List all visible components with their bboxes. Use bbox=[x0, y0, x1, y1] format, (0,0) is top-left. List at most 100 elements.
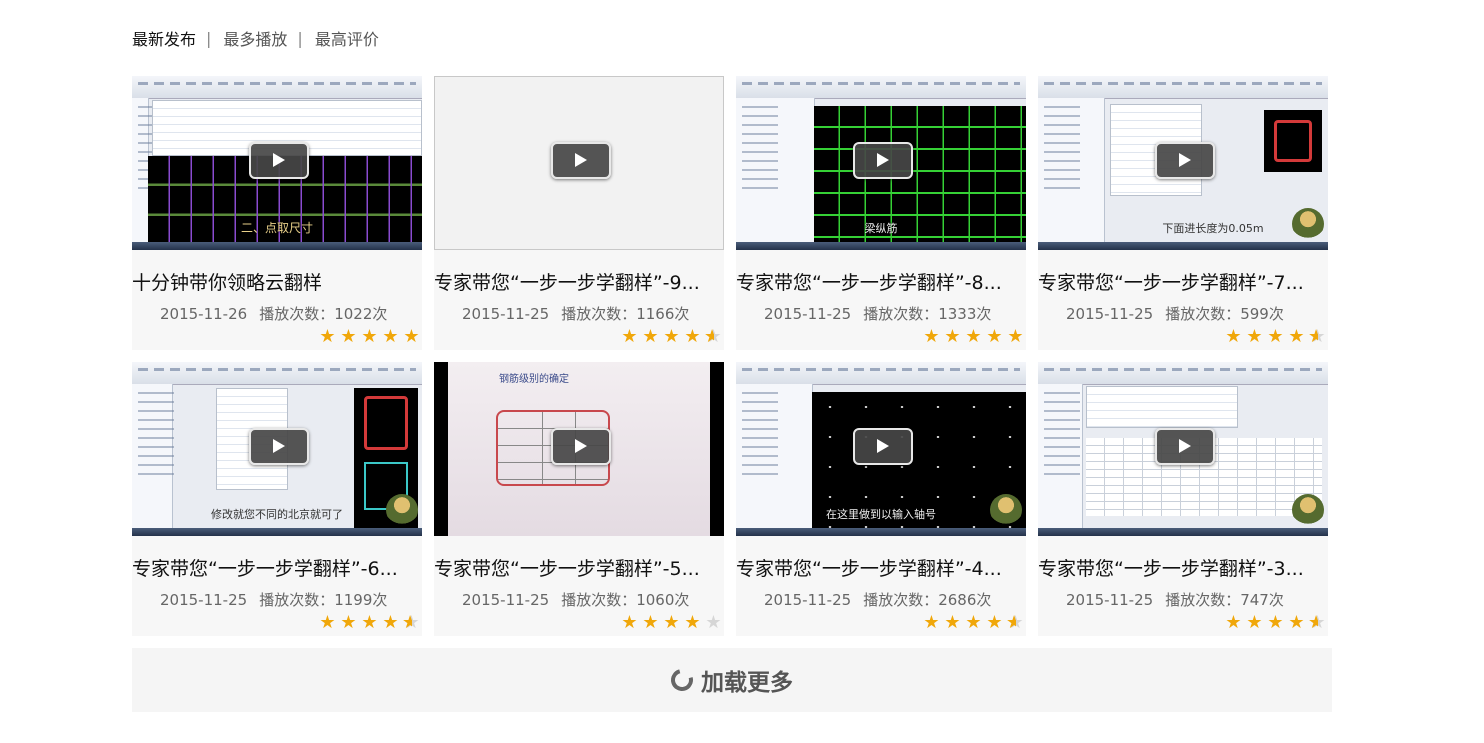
tab-separator: | bbox=[206, 28, 212, 48]
video-card[interactable]: 专家带您“一步一步学翻样”-3... 2015-11-25 播放次数：747次 ★… bbox=[1038, 362, 1328, 636]
video-thumbnail[interactable]: 在这里做到以输入轴号 bbox=[736, 362, 1026, 536]
star-icon: ★ bbox=[703, 328, 724, 347]
star-icon: ★ bbox=[684, 326, 701, 347]
video-title[interactable]: 专家带您“一步一步学翻样”-9... bbox=[434, 268, 724, 295]
star-icon: ★ bbox=[1267, 326, 1284, 347]
star-icon: ★ bbox=[663, 326, 680, 347]
star-icon: ★ bbox=[684, 612, 701, 633]
video-meta: 2015-11-25 播放次数：1060次 bbox=[462, 589, 689, 610]
rating-stars: ★ ★ ★ ★ ★ bbox=[921, 612, 1026, 633]
rating-stars: ★ ★ ★ ★ ★ bbox=[1223, 612, 1328, 633]
play-icon[interactable] bbox=[1155, 142, 1215, 179]
video-card[interactable]: 专家带您“一步一步学翻样”-9... 2015-11-25 播放次数：1166次 … bbox=[434, 76, 724, 350]
play-icon[interactable] bbox=[1155, 428, 1215, 465]
video-thumbnail[interactable]: 梁纵筋 bbox=[736, 76, 1026, 250]
video-title[interactable]: 专家带您“一步一步学翻样”-8... bbox=[736, 268, 1026, 295]
sort-tabs: 最新发布 | 最多播放 | 最高评价 bbox=[132, 26, 379, 50]
thumbnail-caption: 在这里做到以输入轴号 bbox=[826, 508, 936, 521]
video-date: 2015-11-25 bbox=[764, 591, 852, 609]
play-count: 播放次数：1022次 bbox=[259, 305, 388, 323]
video-card[interactable]: 下面进长度为0.05m 专家带您“一步一步学翻样”-7... 2015-11-2… bbox=[1038, 76, 1328, 350]
video-thumbnail[interactable]: 修改就您不同的北京就可了 bbox=[132, 362, 422, 536]
video-card[interactable]: 钢筋级别的确定 专家带您“一步一步学翻样”-5... 2015-11-25 播放次… bbox=[434, 362, 724, 636]
star-icon: ★ bbox=[1307, 328, 1328, 347]
video-meta: 2015-11-25 播放次数：747次 bbox=[1066, 589, 1284, 610]
star-icon: ★ bbox=[361, 326, 378, 347]
play-count: 播放次数：2686次 bbox=[863, 591, 992, 609]
star-icon: ★ bbox=[319, 612, 336, 633]
video-date: 2015-11-25 bbox=[1066, 591, 1154, 609]
star-icon: ★ bbox=[403, 326, 420, 347]
video-title[interactable]: 专家带您“一步一步学翻样”-7... bbox=[1038, 268, 1328, 295]
video-card[interactable]: 梁纵筋 专家带您“一步一步学翻样”-8... 2015-11-25 播放次数：13… bbox=[736, 76, 1026, 350]
load-more-button[interactable]: 加载更多 bbox=[132, 648, 1332, 712]
video-thumbnail[interactable]: 二、点取尺寸 bbox=[132, 76, 422, 250]
star-icon: ★ bbox=[382, 612, 399, 633]
thumbnail-caption: 二、点取尺寸 bbox=[240, 221, 313, 235]
video-thumbnail[interactable]: 下面进长度为0.05m bbox=[1038, 76, 1328, 250]
video-title[interactable]: 十分钟带你领略云翻样 bbox=[132, 268, 422, 295]
video-title[interactable]: 专家带您“一步一步学翻样”-4... bbox=[736, 554, 1026, 581]
star-icon: ★ bbox=[1225, 612, 1242, 633]
star-icon: ★ bbox=[944, 326, 961, 347]
play-icon[interactable] bbox=[551, 428, 611, 465]
star-icon: ★ bbox=[382, 326, 399, 347]
play-count: 播放次数：747次 bbox=[1165, 591, 1284, 609]
star-icon: ★ bbox=[944, 612, 961, 633]
star-icon: ★ bbox=[1225, 326, 1242, 347]
play-icon[interactable] bbox=[249, 142, 309, 179]
play-icon[interactable] bbox=[249, 428, 309, 465]
video-meta: 2015-11-25 播放次数：2686次 bbox=[764, 589, 991, 610]
star-icon: ★ bbox=[1246, 326, 1263, 347]
star-icon: ★ bbox=[923, 326, 940, 347]
star-icon: ★ bbox=[642, 326, 659, 347]
star-icon: ★ bbox=[1005, 614, 1026, 633]
tab-newest[interactable]: 最新发布 bbox=[132, 26, 196, 50]
rating-stars: ★ ★ ★ ★ ★ bbox=[317, 612, 422, 633]
star-icon: ★ bbox=[1267, 612, 1284, 633]
video-thumbnail[interactable] bbox=[1038, 362, 1328, 536]
video-thumbnail[interactable] bbox=[434, 76, 724, 250]
video-title[interactable]: 专家带您“一步一步学翻样”-6... bbox=[132, 554, 422, 581]
video-card[interactable]: 在这里做到以输入轴号 专家带您“一步一步学翻样”-4... 2015-11-25… bbox=[736, 362, 1026, 636]
video-meta: 2015-11-25 播放次数：1166次 bbox=[462, 303, 689, 324]
video-title[interactable]: 专家带您“一步一步学翻样”-5... bbox=[434, 554, 724, 581]
play-icon[interactable] bbox=[853, 142, 913, 179]
video-title[interactable]: 专家带您“一步一步学翻样”-3... bbox=[1038, 554, 1328, 581]
rating-stars: ★ ★ ★ ★ ★ bbox=[921, 328, 1026, 346]
star-icon: ★ bbox=[1288, 326, 1305, 347]
star-icon: ★ bbox=[1288, 612, 1305, 633]
play-count: 播放次数：1060次 bbox=[561, 591, 690, 609]
star-icon: ★ bbox=[401, 614, 422, 633]
star-icon: ★ bbox=[705, 612, 722, 633]
play-count: 播放次数：1333次 bbox=[863, 305, 992, 323]
video-date: 2015-11-25 bbox=[1066, 305, 1154, 323]
video-meta: 2015-11-26 播放次数：1022次 bbox=[160, 303, 387, 324]
thumbnail-caption: 修改就您不同的北京就可了 bbox=[211, 508, 343, 521]
rating-stars: ★ ★ ★ ★ ★ bbox=[619, 326, 724, 347]
play-icon[interactable] bbox=[853, 428, 913, 465]
play-count: 播放次数：1199次 bbox=[259, 591, 388, 609]
play-icon[interactable] bbox=[551, 142, 611, 179]
video-card[interactable]: 二、点取尺寸 十分钟带你领略云翻样 2015-11-26 播放次数：1022次 ★… bbox=[132, 76, 422, 350]
video-date: 2015-11-25 bbox=[764, 305, 852, 323]
star-icon: ★ bbox=[986, 612, 1003, 633]
tab-top-rated[interactable]: 最高评价 bbox=[315, 26, 379, 50]
video-card[interactable]: 修改就您不同的北京就可了 专家带您“一步一步学翻样”-6... 2015-11-… bbox=[132, 362, 422, 636]
video-meta: 2015-11-25 播放次数：1199次 bbox=[160, 589, 387, 610]
video-date: 2015-11-25 bbox=[462, 305, 550, 323]
video-meta: 2015-11-25 播放次数：599次 bbox=[1066, 303, 1284, 324]
star-icon: ★ bbox=[1007, 326, 1024, 347]
load-more-label: 加载更多 bbox=[701, 670, 793, 696]
thumbnail-caption: 钢筋级别的确定 bbox=[499, 374, 569, 385]
tab-most-played[interactable]: 最多播放 bbox=[223, 26, 287, 50]
star-icon: ★ bbox=[340, 326, 357, 347]
star-icon: ★ bbox=[642, 612, 659, 633]
rating-stars: ★ ★ ★ ★ ★ bbox=[619, 614, 724, 632]
video-grid: 二、点取尺寸 十分钟带你领略云翻样 2015-11-26 播放次数：1022次 ★… bbox=[132, 76, 1332, 636]
video-thumbnail[interactable]: 钢筋级别的确定 bbox=[434, 362, 724, 536]
star-icon: ★ bbox=[621, 612, 638, 633]
video-date: 2015-11-25 bbox=[462, 591, 550, 609]
star-icon: ★ bbox=[663, 612, 680, 633]
star-icon: ★ bbox=[340, 612, 357, 633]
